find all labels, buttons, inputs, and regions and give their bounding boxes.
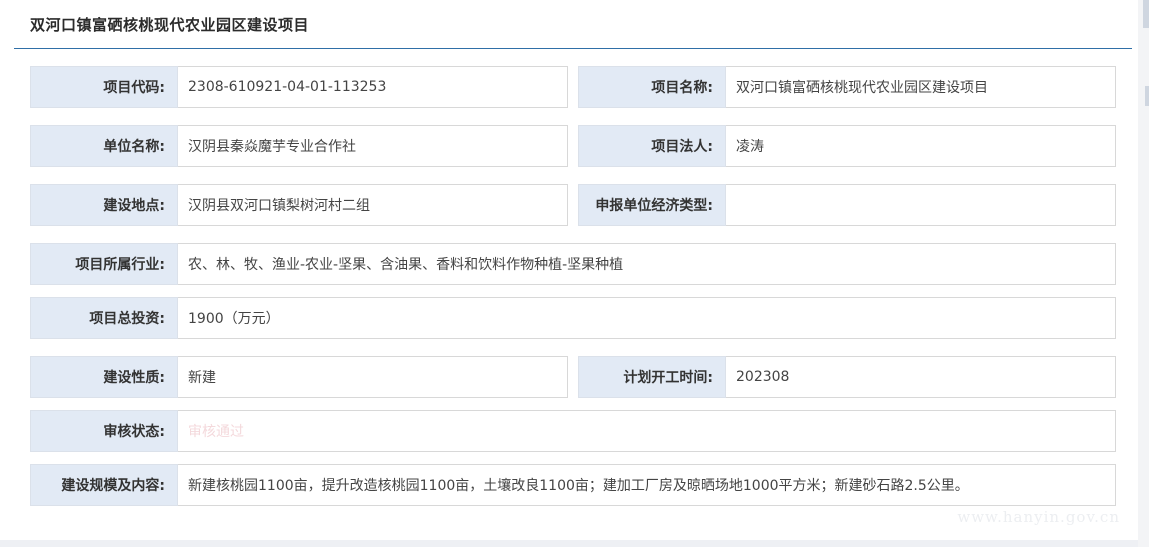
field-start-time: 计划开工时间: 202308 <box>578 356 1116 398</box>
side-marker <box>1145 86 1149 106</box>
project-code-value: 2308-610921-04-01-113253 <box>178 66 568 108</box>
site-watermark: www.hanyin.gov.cn <box>957 508 1120 526</box>
scale-content-label: 建设规模及内容: <box>30 464 178 506</box>
project-name-label: 项目名称: <box>578 66 726 108</box>
unit-name-label: 单位名称: <box>30 125 178 167</box>
economic-type-label: 申报单位经济类型: <box>578 184 726 226</box>
project-name-value: 双河口镇富硒核桃现代农业园区建设项目 <box>726 66 1116 108</box>
scrollbar-thumb[interactable] <box>1143 0 1149 28</box>
scale-content-value: 新建核桃园1100亩，提升改造核桃园1100亩，土壤改良1100亩；建加工厂房及… <box>178 464 1116 506</box>
field-project-name: 项目名称: 双河口镇富硒核桃现代农业园区建设项目 <box>578 66 1116 108</box>
field-nature: 建设性质: 新建 <box>30 356 568 398</box>
field-unit-name: 单位名称: 汉阴县秦焱魔芋专业合作社 <box>30 125 568 167</box>
industry-label: 项目所属行业: <box>30 243 178 285</box>
project-code-label: 项目代码: <box>30 66 178 108</box>
field-investment: 项目总投资: 1900（万元） <box>30 297 1116 339</box>
location-value: 汉阴县双河口镇梨树河村二组 <box>178 184 568 226</box>
investment-label: 项目总投资: <box>30 297 178 339</box>
start-time-label: 计划开工时间: <box>578 356 726 398</box>
economic-type-value <box>726 184 1116 226</box>
location-label: 建设地点: <box>30 184 178 226</box>
project-detail-panel: 双河口镇富硒核桃现代农业园区建设项目 项目代码: 2308-610921-04-… <box>0 0 1138 540</box>
nature-value: 新建 <box>178 356 568 398</box>
investment-value: 1900（万元） <box>178 297 1116 339</box>
field-legal-person: 项目法人: 凌涛 <box>578 125 1116 167</box>
legal-person-label: 项目法人: <box>578 125 726 167</box>
field-review-status: 审核状态: 审核通过 <box>30 410 1116 452</box>
page-scrollbar[interactable] <box>1138 0 1149 547</box>
field-project-code: 项目代码: 2308-610921-04-01-113253 <box>30 66 568 108</box>
legal-person-value: 凌涛 <box>726 125 1116 167</box>
field-industry: 项目所属行业: 农、林、牧、渔业-农业-坚果、含油果、香料和饮料作物种植-坚果种… <box>30 243 1116 285</box>
nature-label: 建设性质: <box>30 356 178 398</box>
review-status-label: 审核状态: <box>30 410 178 452</box>
field-location: 建设地点: 汉阴县双河口镇梨树河村二组 <box>30 184 568 226</box>
field-scale-content: 建设规模及内容: 新建核桃园1100亩，提升改造核桃园1100亩，土壤改良110… <box>30 464 1116 506</box>
industry-value: 农、林、牧、渔业-农业-坚果、含油果、香料和饮料作物种植-坚果种植 <box>178 243 1116 285</box>
field-economic-type: 申报单位经济类型: <box>578 184 1116 226</box>
panel-header: 双河口镇富硒核桃现代农业园区建设项目 <box>14 0 1132 49</box>
review-status-value: 审核通过 <box>178 410 1116 452</box>
panel-title: 双河口镇富硒核桃现代农业园区建设项目 <box>30 16 310 34</box>
start-time-value: 202308 <box>726 356 1116 398</box>
unit-name-value: 汉阴县秦焱魔芋专业合作社 <box>178 125 568 167</box>
